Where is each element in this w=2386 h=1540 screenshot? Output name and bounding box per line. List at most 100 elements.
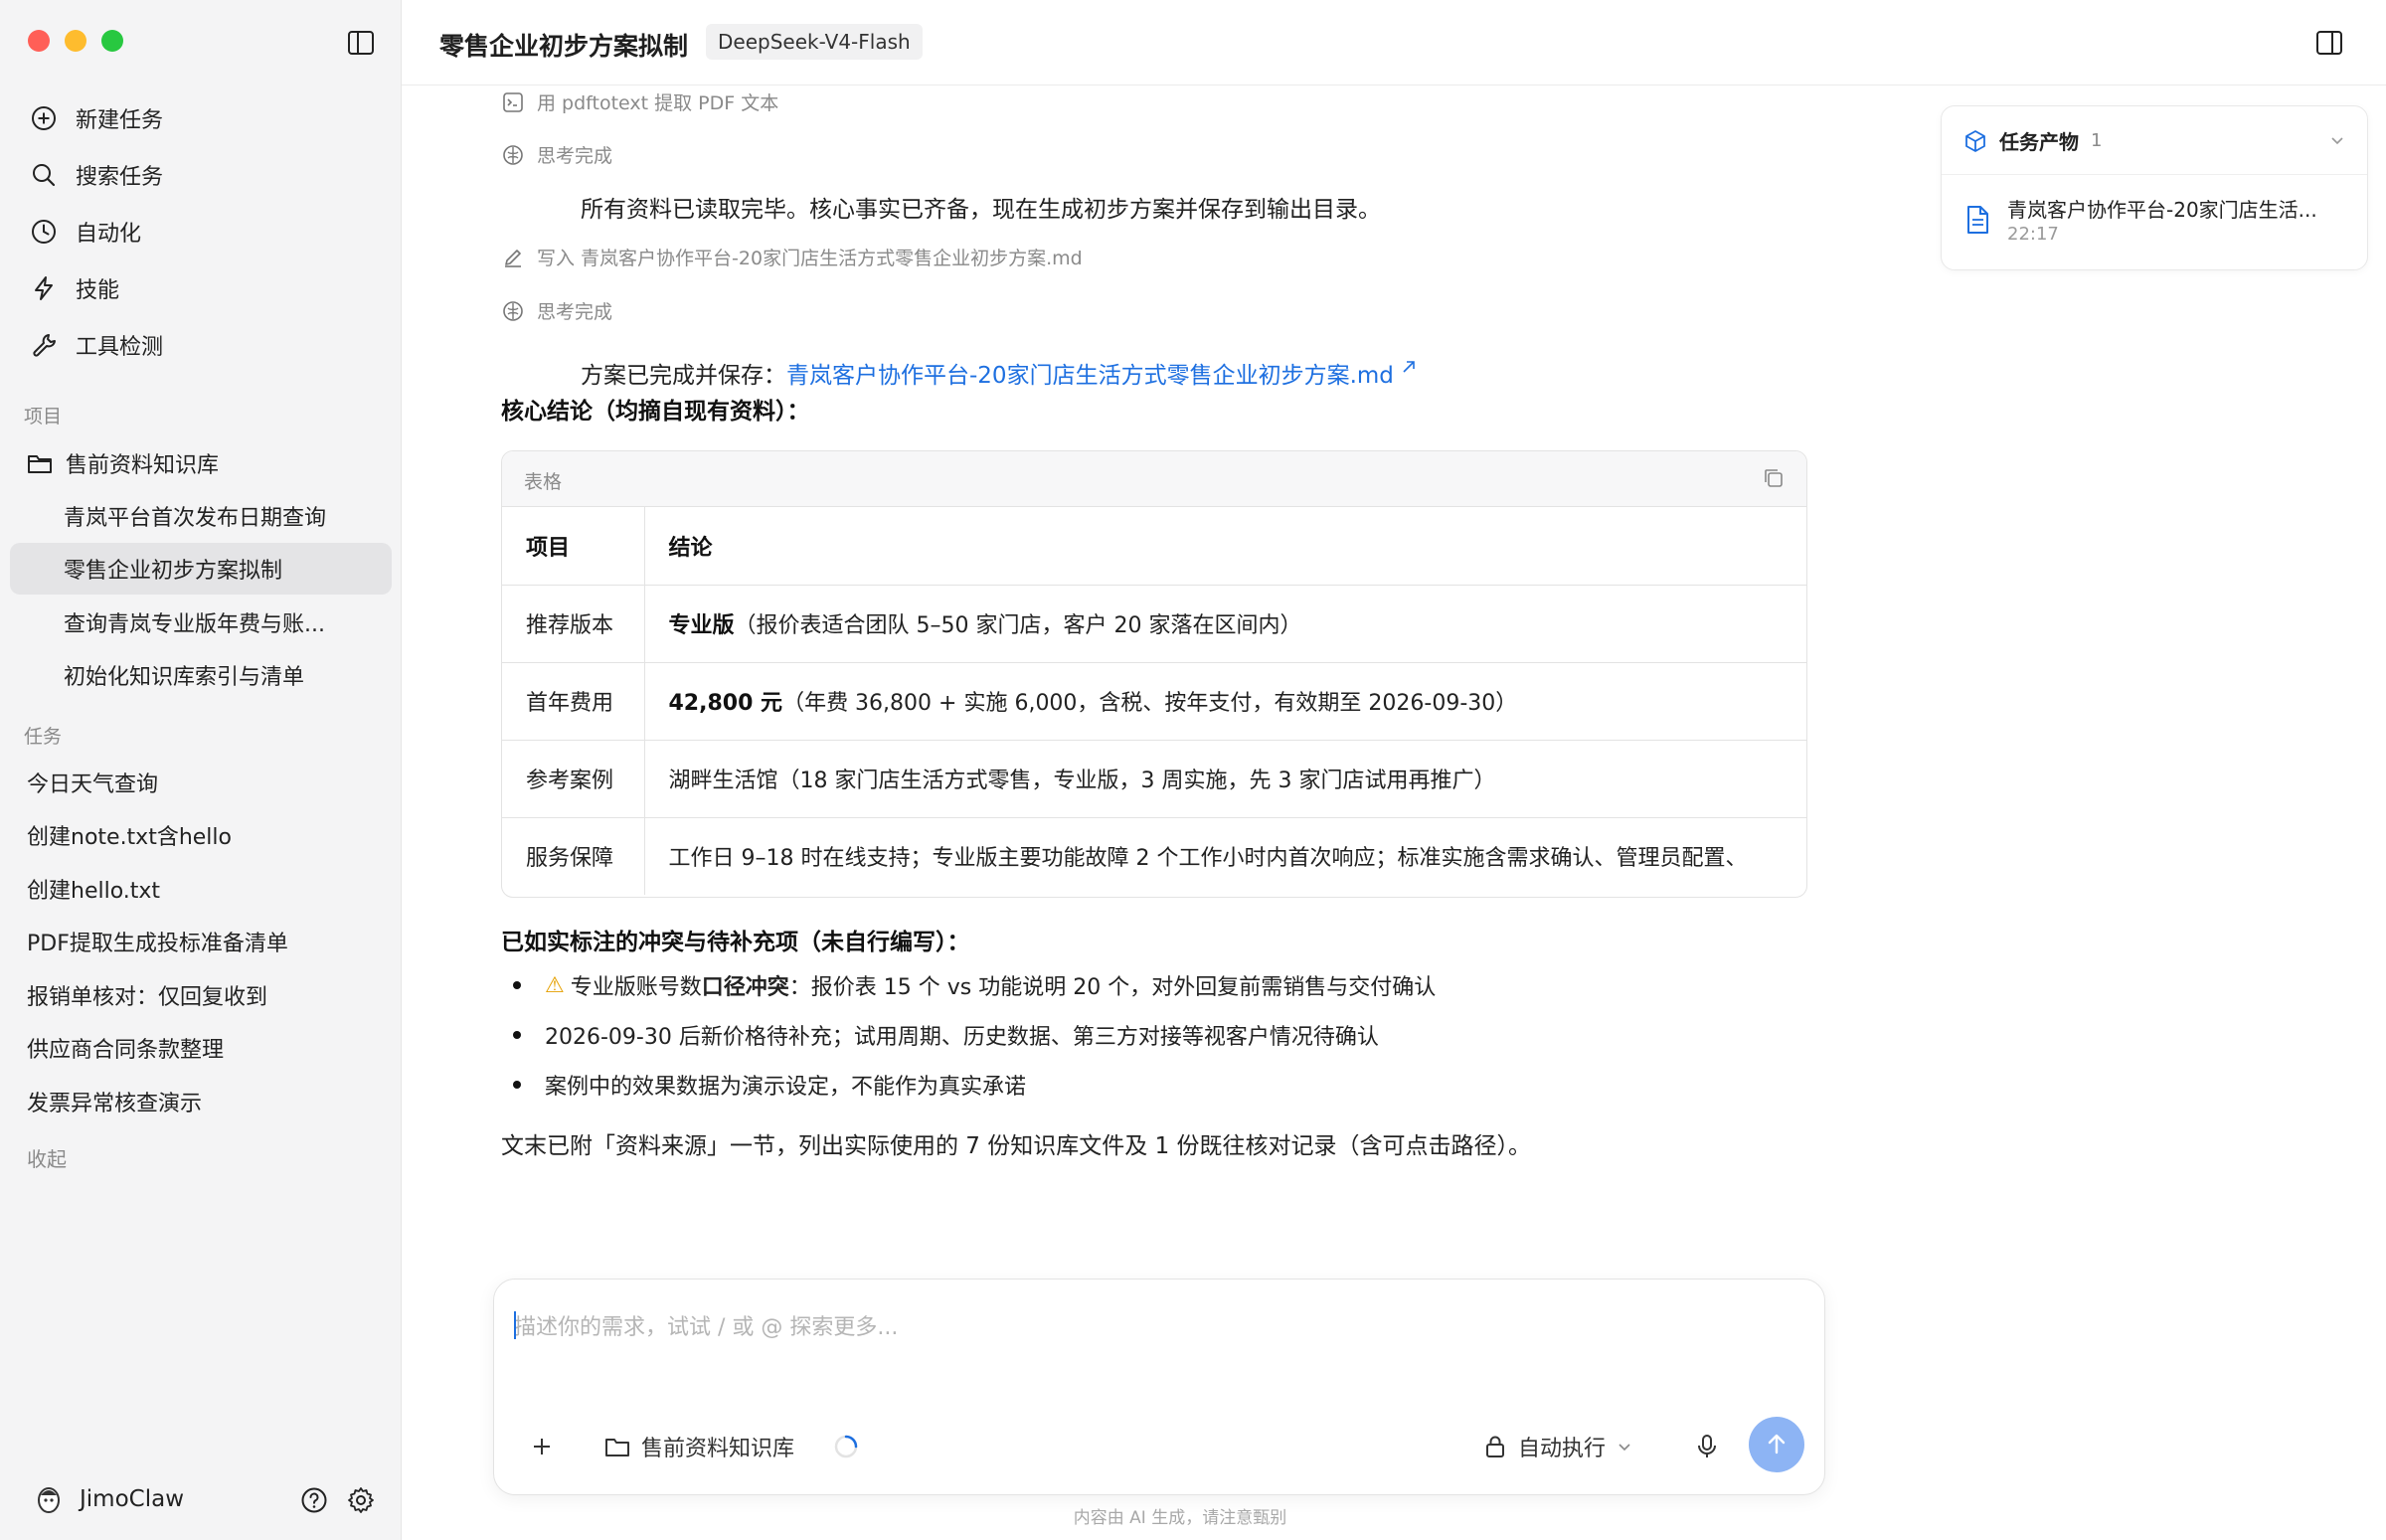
column-header: 结论	[644, 507, 1806, 586]
skills-button[interactable]: 技能	[10, 259, 392, 316]
cell-bold-text: 42,800 元	[668, 691, 783, 716]
collapse-button[interactable]: 收起	[27, 1143, 67, 1172]
cell-text: 工作日 9–18 时在线支持；专业版主要功能故障 2 个工作小时内首次响应；标准…	[668, 846, 1748, 872]
artifact-file-name[interactable]: 青岚客户协作平台-20家门店生活...	[2007, 194, 2317, 223]
chevron-down-icon[interactable]	[2327, 130, 2347, 150]
minimize-window-button[interactable]	[65, 30, 86, 52]
page-title: 零售企业初步方案拟制	[439, 32, 689, 61]
cell-text: （年费 36,800 + 实施 6,000，含税、按年支付，有效期至 2026-…	[782, 691, 1518, 716]
table-card-title: 表格	[524, 471, 563, 493]
username[interactable]: JimoClaw	[80, 1486, 184, 1512]
nav-label: 工具检测	[76, 334, 164, 360]
new-task-button[interactable]: 新建任务	[10, 89, 392, 146]
list-item: 2026-09-30 后新价格待补充；试用周期、历史数据、第三方对接等视客户情况…	[501, 1010, 1436, 1060]
cell-text: 湖畔生活馆（18 家门店生活方式零售，专业版，3 周实施，先 3 家门店试用再推…	[668, 769, 1496, 793]
project-item-active[interactable]: 零售企业初步方案拟制	[10, 543, 392, 595]
sidebar-nav: 新建任务 搜索任务 自动化 技能 工具检测	[10, 89, 392, 373]
step-label: 思考完成	[537, 301, 613, 323]
avatar[interactable]	[35, 1483, 63, 1515]
brain-icon	[501, 299, 525, 323]
plus-circle-icon	[30, 104, 58, 132]
table-row: 服务保障 工作日 9–18 时在线支持；专业版主要功能故障 2 个工作小时内首次…	[502, 817, 1806, 895]
loading-spinner-icon	[834, 1435, 858, 1458]
projects-section-label: 项目	[24, 406, 63, 428]
task-item[interactable]: 今日天气查询	[10, 757, 392, 808]
conflict-heading: 已如实标注的冲突与待补充项（未自行编写）：	[501, 930, 970, 955]
list-text: ：报价表 15 个 vs 功能说明 20 个，对外回复前需销售与交付确认	[788, 975, 1437, 1000]
copy-icon[interactable]	[1761, 465, 1787, 491]
maximize-window-button[interactable]	[101, 30, 123, 52]
folder-open-icon	[26, 449, 54, 477]
list-text: 专业版账号数	[570, 975, 702, 1000]
pencil-icon	[501, 246, 525, 269]
conclusion-heading: 核心结论（均摘自现有资料）：	[501, 399, 810, 425]
table-cell-conclusion: 工作日 9–18 时在线支持；专业版主要功能故障 2 个工作小时内首次响应；标准…	[644, 817, 1806, 895]
tool-check-button[interactable]: 工具检测	[10, 316, 392, 373]
thinking-step[interactable]: 思考完成	[501, 297, 612, 324]
table-row: 参考案例 湖畔生活馆（18 家门店生活方式零售，专业版，3 周实施，先 3 家门…	[502, 740, 1806, 818]
tool-step[interactable]: 写入 青岚客户协作平台-20家门店生活方式零售企业初步方案.md	[501, 244, 1083, 270]
table-row: 首年费用 42,800 元（年费 36,800 + 实施 6,000，含税、按年…	[502, 662, 1806, 741]
step-label: 思考完成	[537, 145, 613, 167]
footer-note: 文末已附「资料来源」一节，列出实际使用的 7 份知识库文件及 1 份既往核对记录…	[501, 1133, 1532, 1159]
project-folder[interactable]: 售前资料知识库	[10, 437, 392, 489]
close-window-button[interactable]	[28, 30, 50, 52]
list-text: 案例中的效果数据为演示设定，不能作为真实承诺	[545, 1075, 1027, 1100]
execution-mode-dropdown[interactable]: 自动执行	[1482, 1427, 1633, 1466]
project-item[interactable]: 青岚平台首次发布日期查询	[10, 490, 392, 542]
sidebar-toggle-icon[interactable]	[346, 28, 376, 58]
divider	[1942, 174, 2367, 175]
task-item[interactable]: 发票异常核查演示	[10, 1076, 392, 1127]
gear-icon[interactable]	[346, 1485, 376, 1515]
search-tasks-button[interactable]: 搜索任务	[10, 146, 392, 203]
terminal-icon	[501, 90, 525, 114]
nav-label: 新建任务	[76, 107, 164, 133]
tool-step[interactable]: 用 pdftotext 提取 PDF 文本	[501, 88, 778, 115]
right-panel-toggle-icon[interactable]	[2314, 28, 2344, 58]
cell-bold-text: 专业版	[668, 613, 735, 638]
window-controls	[28, 30, 123, 52]
step-label: 写入 青岚客户协作平台-20家门店生活方式零售企业初步方案.md	[537, 248, 1083, 269]
text-cursor	[514, 1311, 516, 1339]
cell-text: （报价表适合团队 5–50 家门店，客户 20 家落在区间内）	[734, 613, 1302, 638]
add-attachment-button[interactable]	[528, 1433, 556, 1460]
send-button[interactable]	[1749, 1417, 1804, 1472]
table-cell-item: 服务保障	[502, 817, 645, 895]
artifact-file-time: 22:17	[2007, 224, 2059, 245]
conclusion-table-card: 表格 项目 结论 推荐版本 专业版（报价表适合团队 5–50 家门店，客户 20…	[501, 450, 1807, 898]
search-icon	[30, 161, 58, 189]
help-icon[interactable]	[299, 1485, 329, 1515]
microphone-button[interactable]	[1693, 1433, 1721, 1460]
task-item[interactable]: 创建note.txt含hello	[10, 809, 392, 861]
external-link-icon[interactable]	[1401, 359, 1417, 375]
task-item[interactable]: PDF提取生成投标准备清单	[10, 916, 392, 967]
list-text: 2026-09-30 后新价格待补充；试用周期、历史数据、第三方对接等视客户情况…	[545, 1025, 1379, 1050]
task-item[interactable]: 创建hello.txt	[10, 863, 392, 915]
list-item: ⚠ 专业版账号数 口径冲突 ：报价表 15 个 vs 功能说明 20 个，对外回复前…	[501, 960, 1436, 1010]
list-item: 案例中的效果数据为演示设定，不能作为真实承诺	[501, 1060, 1436, 1110]
thinking-step[interactable]: 思考完成	[501, 141, 612, 168]
brain-icon	[501, 143, 525, 167]
automation-button[interactable]: 自动化	[10, 203, 392, 259]
warning-icon: ⚠	[545, 972, 565, 998]
prompt-input[interactable]	[514, 1307, 1796, 1347]
table-card-header: 表格	[502, 451, 1806, 507]
artifacts-header[interactable]: 任务产物 1	[1963, 126, 2102, 155]
project-folder-button[interactable]: 售前资料知识库	[603, 1427, 794, 1466]
saved-file-link[interactable]: 青岚客户协作平台-20家门店生活方式零售企业初步方案.md	[786, 363, 1394, 389]
task-item[interactable]: 报销单核对：仅回复收到	[10, 969, 392, 1021]
document-icon	[1967, 206, 1988, 234]
project-item[interactable]: 查询青岚专业版年费与账...	[10, 597, 392, 648]
nav-label: 搜索任务	[76, 164, 164, 190]
project-item[interactable]: 初始化知识库索引与清单	[10, 649, 392, 701]
conclusion-table: 项目 结论 推荐版本 专业版（报价表适合团队 5–50 家门店，客户 20 家落…	[502, 507, 1806, 895]
model-badge[interactable]: DeepSeek-V4-Flash	[706, 24, 923, 60]
cube-icon	[1965, 129, 1985, 152]
nav-label: 自动化	[76, 221, 142, 247]
task-item[interactable]: 供应商合同条款整理	[10, 1022, 392, 1074]
saved-line: 方案已完成并保存：青岚客户协作平台-20家门店生活方式零售企业初步方案.md	[581, 356, 1417, 390]
wrench-icon	[30, 331, 58, 359]
task-artifacts-panel: 任务产物 1 青岚客户协作平台-20家门店生活... 22:17	[1941, 105, 2368, 270]
main-area: 零售企业初步方案拟制 DeepSeek-V4-Flash 用 pdftotext…	[402, 0, 2386, 1540]
ai-disclaimer: 内容由 AI 生成，请注意甄别	[1073, 1508, 1287, 1528]
